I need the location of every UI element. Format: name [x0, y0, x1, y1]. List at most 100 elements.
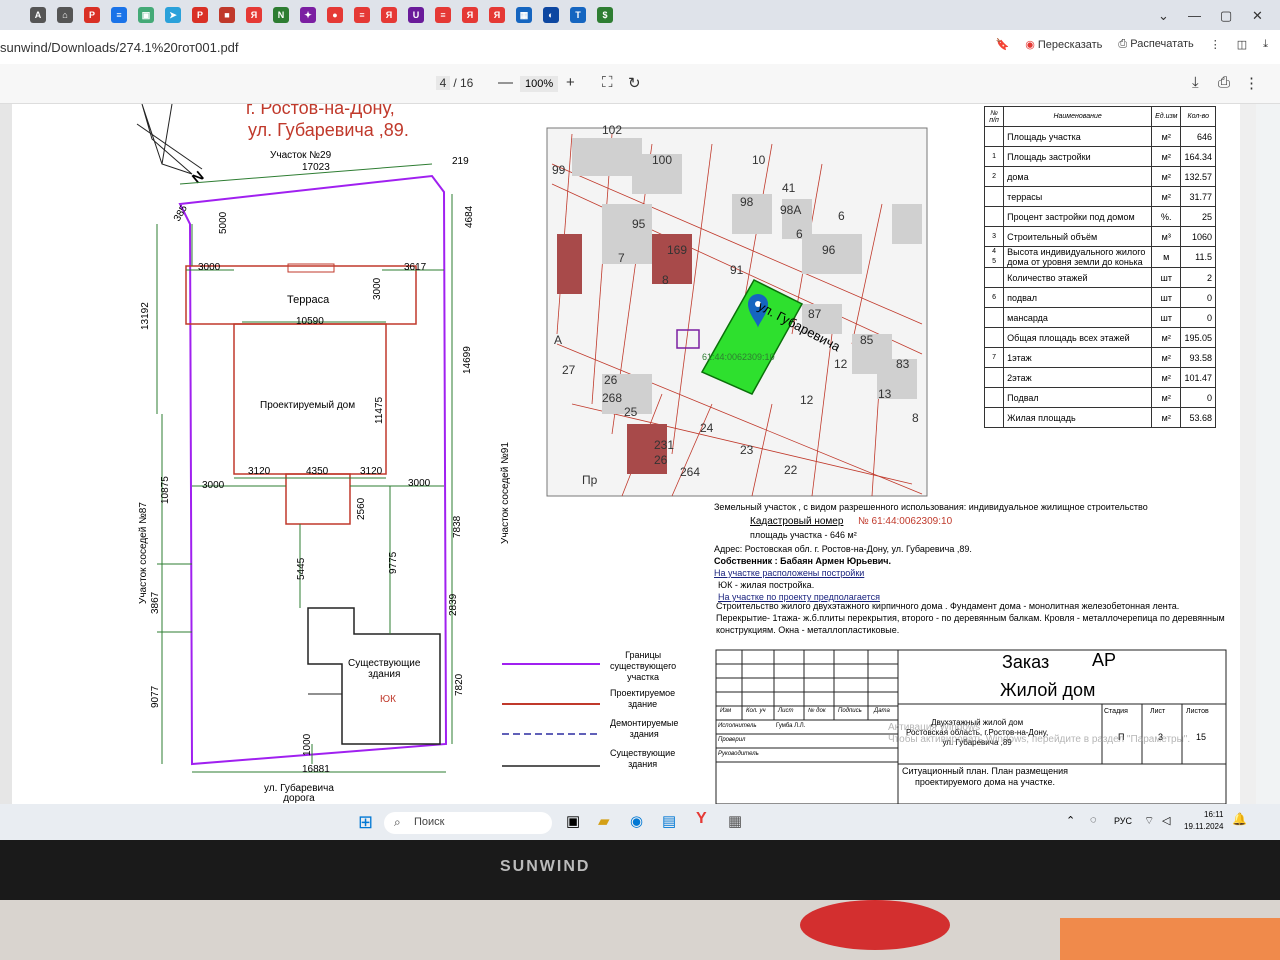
tab-dollar-icon[interactable]: $: [597, 7, 613, 23]
tab-search-icon[interactable]: ⌄: [1158, 8, 1169, 24]
tab-doc-icon[interactable]: ≡: [354, 7, 370, 23]
spec-table: № п/п Наименование Ед.изм Кол-во Площадь уча…: [983, 106, 1216, 428]
explorer-icon[interactable]: ▰: [598, 812, 610, 830]
dim-d1000: 1000: [302, 733, 313, 756]
start-icon[interactable]: ⊞: [358, 812, 373, 833]
stamp-sheets-label: Листов: [1186, 708, 1209, 715]
tab-telegram-icon[interactable]: ➤: [165, 7, 181, 23]
tab-grid-icon[interactable]: ▦: [516, 7, 532, 23]
table-row: Общая площадь всех этажей м² 195.05: [983, 327, 1216, 348]
address-url[interactable]: sunwind/Downloads/274.1%20гот001.pdf: [0, 40, 239, 55]
clock-date[interactable]: 19.11.2024: [1184, 822, 1223, 831]
map-parcel-number: 268: [602, 391, 622, 405]
zoom-value[interactable]: 100%: [520, 76, 559, 92]
sidebar-icon[interactable]: ◫: [1237, 38, 1247, 51]
store-icon[interactable]: ▤: [662, 812, 676, 830]
spec-cell-name: Высота индивидуального жилого дома от ур…: [1003, 246, 1153, 268]
tab-red-icon[interactable]: ■: [219, 7, 235, 23]
tab-pdf-icon[interactable]: P: [84, 7, 100, 23]
map-parcel-number: 12: [834, 357, 848, 371]
tab-pdf-icon[interactable]: P: [192, 7, 208, 23]
map-parcel-number: 6: [796, 227, 803, 241]
dim-d4684: 4684: [464, 205, 475, 228]
table-row: 2 дома м² 132.57: [983, 166, 1216, 187]
tab-image-icon[interactable]: ▣: [138, 7, 154, 23]
edge-icon[interactable]: ◉: [630, 812, 643, 830]
dim-corner: 219: [452, 156, 469, 167]
tab-star-icon[interactable]: ✦: [300, 7, 316, 23]
clock-time[interactable]: 16:11: [1204, 810, 1223, 819]
notifications-icon[interactable]: 🔔: [1232, 812, 1247, 826]
spec-cell-unit: м²: [1151, 146, 1182, 167]
page-input[interactable]: 4: [436, 76, 450, 90]
close-icon[interactable]: ✕: [1252, 8, 1263, 24]
table-row: Количество этажей шт 2: [983, 267, 1216, 288]
tab-edge-icon[interactable]: ◐: [543, 7, 559, 23]
tab-ya-icon[interactable]: Я: [489, 7, 505, 23]
dim-top: 17023: [302, 162, 330, 173]
stamp-sheets: 15: [1196, 732, 1207, 742]
neighbor-right-label: Участок соседей №91: [500, 442, 511, 544]
print-button[interactable]: ⎙ Распечатать: [1118, 38, 1193, 51]
spec-cell-n: [983, 126, 1005, 147]
taskbar-search[interactable]: ⌕ Поиск: [384, 812, 552, 834]
more-icon[interactable]: ⋮: [1210, 38, 1221, 51]
download-pdf-icon[interactable]: ⤓: [1192, 74, 1199, 91]
spec-cell-n: [983, 307, 1005, 328]
tab-n-icon[interactable]: N: [273, 7, 289, 23]
table-row: 1 Площадь застройки м² 164.34: [983, 146, 1216, 167]
dim-d3000a: 3000: [198, 262, 221, 273]
spec-cell-n: 2: [983, 166, 1005, 187]
zoom-in-button[interactable]: +: [566, 74, 575, 91]
monitor-brand: SUNWIND: [500, 858, 591, 875]
map-parcel-number: 13: [878, 387, 892, 401]
yandex-browser-icon[interactable]: Y: [696, 810, 707, 828]
map-parcel-number: 95: [632, 217, 646, 231]
pdf-toolbar: 4 / 16 — 100% + ⛶ ↻ ⤓ ⎙ ⋮: [0, 64, 1280, 104]
tab-pin-icon[interactable]: ●: [327, 7, 343, 23]
map-parcel-number: 98: [740, 195, 754, 209]
tab-doc-icon[interactable]: ≡: [111, 7, 127, 23]
download-icon[interactable]: ⤓: [1263, 38, 1268, 51]
volume-icon[interactable]: ◁: [1162, 814, 1170, 827]
wifi-icon[interactable]: ⌔: [1144, 814, 1154, 828]
tab-ya-icon[interactable]: Я: [462, 7, 478, 23]
spec-cell-unit: м³: [1151, 226, 1182, 247]
tab-t-icon[interactable]: T: [570, 7, 586, 23]
spec-cell-n: [983, 367, 1005, 388]
spec-header-cell: Кол-во: [1180, 106, 1216, 127]
left-panel-edge: [0, 104, 12, 804]
retell-button[interactable]: ◉ Пересказать: [1025, 38, 1102, 51]
print-icon[interactable]: ⎙: [1218, 74, 1230, 91]
table-row: Подвал м² 0: [983, 387, 1216, 408]
stamp-order: Заказ: [1002, 652, 1050, 672]
tray-chevron-icon[interactable]: ⌃: [1066, 814, 1075, 827]
address-toolbar: 🔖 ◉ Пересказать ⎙ Распечатать ⋮ ◫ ⤓: [996, 38, 1268, 51]
tab-ya-icon[interactable]: Я: [246, 7, 262, 23]
vertical-scrollbar[interactable]: [1240, 104, 1256, 804]
task-view-icon[interactable]: ▣: [566, 812, 580, 830]
minimize-icon[interactable]: —: [1188, 8, 1201, 23]
north-arrow-icon: [136, 104, 203, 175]
spec-cell-qty: 93.58: [1180, 347, 1216, 368]
rotate-icon[interactable]: ↻: [628, 74, 641, 92]
stamp-col-label: Подпись: [838, 708, 862, 714]
table-row: 6 подвал шт 0: [983, 287, 1216, 308]
language-indicator[interactable]: РУС: [1114, 816, 1132, 826]
dim-d9077: 9077: [150, 685, 161, 708]
spec-cell-n: [983, 327, 1005, 348]
maximize-icon[interactable]: ▢: [1220, 8, 1232, 24]
fit-page-icon[interactable]: ⛶: [602, 74, 613, 91]
tab-a-icon[interactable]: A: [30, 7, 46, 23]
tab-ya-icon[interactable]: Я: [381, 7, 397, 23]
tab-magnet-icon[interactable]: U: [408, 7, 424, 23]
tab-home-icon[interactable]: ⌂: [57, 7, 73, 23]
house-outline: [233, 323, 387, 475]
tab-doc-icon[interactable]: ≡: [435, 7, 451, 23]
zoom-out-button[interactable]: —: [498, 74, 513, 91]
calculator-icon[interactable]: ▦: [728, 812, 742, 830]
pdf-more-icon[interactable]: ⋮: [1244, 74, 1259, 92]
stamp-stage-label: Стадия: [1104, 708, 1128, 715]
network-icon[interactable]: ◌: [1090, 814, 1097, 826]
bookmark-icon[interactable]: 🔖: [996, 38, 1010, 51]
